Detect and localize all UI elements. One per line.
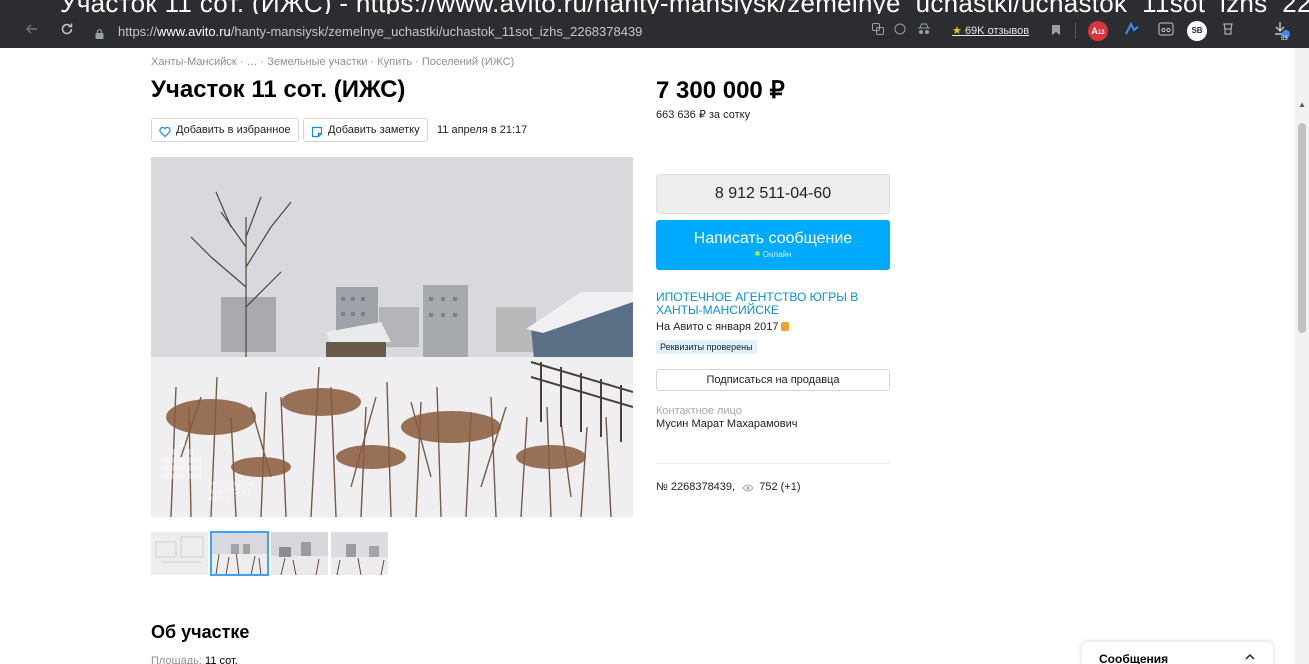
medal-icon	[781, 322, 790, 331]
write-message-button[interactable]: Написать сообщение Онлайн	[656, 220, 890, 270]
publish-date: 11 апреля в 21:17	[437, 124, 528, 136]
contact-name: Мусин Марат Махарамович	[656, 418, 798, 430]
download-icon[interactable]: 53	[1272, 21, 1292, 42]
views-count: 752 (+1)	[759, 481, 801, 493]
area-value: 11 сот.	[205, 655, 238, 664]
add-favorite-label: Добавить в избранное	[176, 124, 291, 136]
url-prefix: https://	[118, 24, 158, 39]
add-favorite-button[interactable]: Добавить в избранное	[151, 118, 299, 142]
url-path: /hanty-mansiysk/zemelnye_uchastki/uchast…	[230, 24, 643, 39]
extension-icon[interactable]	[1122, 21, 1142, 41]
about-section-title: Об участке	[151, 622, 250, 642]
ad-info: № 2268378439, 752 (+1)	[656, 481, 801, 495]
add-note-button[interactable]: Добавить заметку	[303, 118, 428, 142]
reviews-link[interactable]: ★ 69K отзывов	[952, 24, 1029, 37]
thumbnail-3[interactable]	[271, 532, 328, 575]
reload-icon[interactable]	[57, 21, 77, 41]
translate-icon[interactable]	[868, 21, 888, 41]
breadcrumb[interactable]: Ханты-Мансийск · … · Земельные участки ·…	[151, 56, 514, 68]
note-icon	[311, 124, 323, 138]
chevron-up-icon[interactable]	[1245, 650, 1255, 664]
price-per-sotka: 663 636 ₽ за сотку	[656, 109, 751, 121]
online-status: Онлайн	[656, 250, 890, 259]
chat-icon[interactable]	[890, 21, 910, 41]
subscribe-seller-button[interactable]: Подписаться на продавца	[656, 369, 890, 391]
share-icon[interactable]	[1218, 21, 1238, 41]
bookmark-icon[interactable]	[1046, 21, 1066, 41]
page-scrollbar[interactable]: ▲	[1295, 48, 1309, 664]
browser-toolbar: https://www.avito.ru/hanty-mansiysk/zeme…	[0, 14, 1309, 48]
price: 7 300 000 ₽	[656, 77, 785, 104]
lock-icon	[95, 26, 104, 39]
area-row: Площадь: 11 сот.	[151, 655, 238, 664]
tab-strip: Участок 11 сот. (ИЖС) - https://www.avit…	[0, 0, 1309, 14]
area-label: Площадь:	[151, 655, 202, 664]
messages-widget[interactable]: Сообщения	[1082, 642, 1273, 664]
thumbnail-4[interactable]	[331, 532, 388, 575]
address-bar[interactable]: https://www.avito.ru/hanty-mansiysk/zeme…	[118, 24, 642, 39]
star-icon: ★	[952, 25, 962, 37]
thumbnail-2[interactable]	[210, 531, 269, 576]
ad-number: № 2268378439,	[656, 481, 736, 493]
url-domain: www.avito.ru	[157, 24, 231, 39]
scroll-up-icon[interactable]: ▲	[1298, 100, 1306, 109]
pip-icon[interactable]	[1156, 21, 1176, 41]
page-title: Участок 11 сот. (ИЖС)	[151, 76, 406, 103]
on-avito-since: На Авито с января 2017	[656, 321, 790, 333]
verified-badge: Реквизиты проверены	[656, 340, 757, 354]
heart-icon	[159, 124, 171, 138]
add-note-label: Добавить заметку	[328, 124, 420, 136]
back-icon[interactable]	[22, 21, 42, 41]
seller-name-link[interactable]: ИПОТЕЧНОЕ АГЕНТСТВО ЮГРЫ В ХАНТЫ-МАНСИЙС…	[656, 291, 896, 317]
reviews-text: 69K отзывов	[964, 25, 1030, 37]
tab-strip-text: Участок 11 сот. (ИЖС) - https://www.avit…	[60, 0, 1309, 14]
contact-label: Контактное лицо	[656, 405, 742, 417]
sber-icon[interactable]: SB	[1187, 21, 1207, 41]
eye-icon	[742, 483, 754, 495]
photo-watermark: ИПОТЕЧНОЕ АГЕНТСТВО ЮГРЫ	[209, 482, 254, 503]
scroll-thumb[interactable]	[1298, 123, 1306, 333]
extension-a-icon[interactable]: A13	[1088, 21, 1108, 41]
messages-title: Сообщения	[1099, 652, 1169, 664]
toolbar-divider	[1075, 23, 1076, 39]
incognito-icon[interactable]	[914, 21, 934, 41]
sidebar-divider	[656, 463, 890, 464]
thumbnail-1[interactable]	[151, 532, 208, 575]
online-dot-icon	[754, 251, 760, 256]
show-phone-button[interactable]: 8 912 511-04-60	[656, 174, 890, 214]
main-photo[interactable]: ИПОТЕЧНОЕ АГЕНТСТВО ЮГРЫ	[151, 157, 633, 517]
write-message-label: Написать сообщение	[693, 230, 853, 247]
